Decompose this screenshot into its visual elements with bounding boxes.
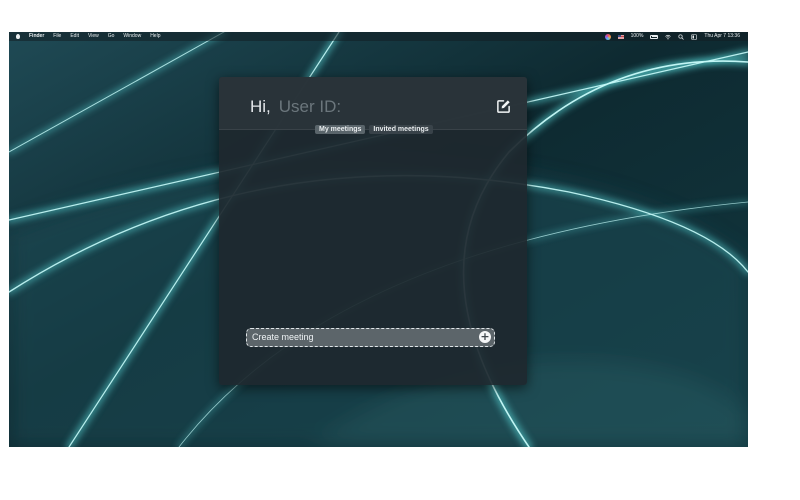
apple-logo-icon[interactable] <box>16 34 20 39</box>
desktop-screen: Finder File Edit View Go Window Help 100… <box>9 32 748 447</box>
menu-bar: Finder File Edit View Go Window Help 100… <box>9 32 748 41</box>
meeting-tabs: My meetings Invited meetings <box>315 125 433 134</box>
plus-circle-icon[interactable]: + <box>479 331 491 343</box>
create-meeting-label: Create meeting <box>252 332 314 342</box>
menu-file[interactable]: File <box>53 32 61 41</box>
tab-invited-meetings[interactable]: Invited meetings <box>369 125 433 134</box>
window-header: Hi, User ID: My meetings Invited meeting… <box>219 77 527 134</box>
battery-icon[interactable] <box>650 34 659 39</box>
edit-icon[interactable] <box>496 99 511 114</box>
control-center-icon[interactable] <box>691 33 698 40</box>
menu-view[interactable]: View <box>88 32 99 41</box>
menu-edit[interactable]: Edit <box>70 32 79 41</box>
tab-my-meetings[interactable]: My meetings <box>315 125 366 134</box>
search-icon[interactable] <box>678 33 685 40</box>
us-flag-icon[interactable] <box>617 34 624 39</box>
menu-help[interactable]: Help <box>150 32 160 41</box>
siri-icon[interactable] <box>604 33 611 40</box>
battery-percent: 100% <box>630 33 644 39</box>
create-meeting-button[interactable]: Create meeting + <box>246 328 495 347</box>
meetings-window: Hi, User ID: My meetings Invited meeting… <box>219 77 527 385</box>
user-id-label[interactable]: User ID: <box>279 97 341 117</box>
menu-go[interactable]: Go <box>108 32 115 41</box>
greeting: Hi, User ID: <box>250 97 341 117</box>
menu-app-name[interactable]: Finder <box>29 32 44 41</box>
greeting-text: Hi, <box>250 97 271 116</box>
menu-clock[interactable]: Thu Apr 7 13:36 <box>704 32 740 41</box>
menu-window[interactable]: Window <box>123 32 141 41</box>
wifi-icon[interactable] <box>665 34 672 40</box>
